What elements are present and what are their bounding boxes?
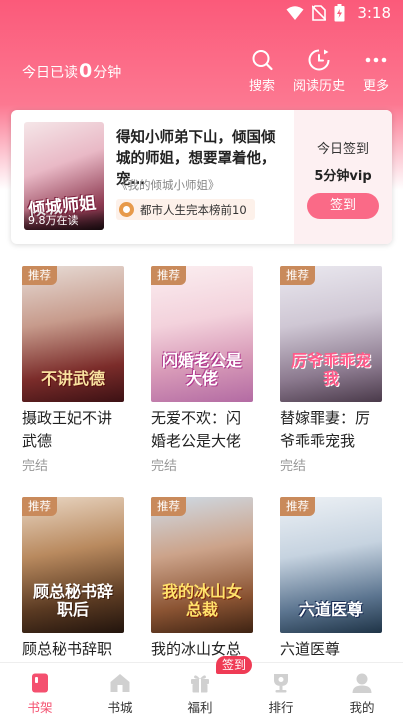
book-cover[interactable]: 推荐 顾总秘书辞职后 bbox=[22, 497, 124, 633]
wifi-icon bbox=[286, 6, 304, 20]
history-label: 阅读历史 bbox=[292, 79, 345, 94]
read-prefix: 今日已读 bbox=[22, 65, 78, 81]
rank-label: 都市人生完本榜前10 bbox=[140, 202, 247, 217]
book-cover[interactable]: 推荐 六道医尊 bbox=[280, 497, 382, 633]
read-suffix: 分钟 bbox=[93, 65, 122, 81]
status-bar: 3:18 bbox=[0, 0, 403, 30]
history-button[interactable]: 阅读历史 bbox=[293, 48, 345, 94]
cover-art-title: 闪婚老公是大佬 bbox=[161, 351, 242, 388]
battery-icon bbox=[334, 4, 345, 22]
top-actions: 搜索 阅读历史 更多 bbox=[249, 48, 389, 94]
tab-label: 书架 bbox=[27, 700, 53, 715]
tab-label: 福利 bbox=[187, 700, 213, 715]
recommend-tag: 推荐 bbox=[151, 497, 186, 516]
search-label: 搜索 bbox=[248, 79, 275, 94]
search-button[interactable]: 搜索 bbox=[249, 48, 275, 94]
book-status: 完结 bbox=[22, 459, 49, 474]
search-icon bbox=[252, 50, 273, 71]
book-cover[interactable]: 推荐 我的冰山女总裁 bbox=[151, 497, 253, 633]
featured-book-card[interactable]: 倾城师姐 9.8万在读 得知小师弟下山，倾国倾城的师姐，想要罩着他，宠… 《我的… bbox=[11, 110, 392, 244]
cover-art-title: 顾总秘书辞职后 bbox=[32, 582, 113, 619]
recommend-tag: 推荐 bbox=[22, 497, 57, 516]
tab-label: 排行 bbox=[268, 700, 294, 715]
status-time: 3:18 bbox=[357, 4, 391, 22]
rank-badge[interactable]: 都市人生完本榜前10 bbox=[116, 199, 255, 220]
checkin-label: 今日签到 bbox=[316, 142, 369, 157]
checkin-badge[interactable]: 签到 bbox=[216, 656, 253, 674]
book-title[interactable]: 六道医尊 bbox=[280, 638, 384, 661]
recommend-tag: 推荐 bbox=[280, 266, 315, 285]
recommend-tag: 推荐 bbox=[151, 266, 186, 285]
tab-ranking[interactable]: 排行 bbox=[241, 663, 321, 718]
no-sim-icon bbox=[312, 5, 327, 21]
recommend-tag: 推荐 bbox=[280, 497, 315, 516]
bottom-tab-bar: 书架 书城 福利 排行 我的 签到 bbox=[0, 656, 403, 718]
featured-readers-count: 9.8万在读 bbox=[24, 210, 104, 230]
book-cover[interactable]: 推荐 闪婚老公是大佬 bbox=[151, 266, 253, 402]
featured-book-cover[interactable]: 倾城师姐 9.8万在读 bbox=[24, 122, 104, 230]
cover-art-title: 我的冰山女总裁 bbox=[161, 582, 242, 619]
reading-time-today: 今日已读 0 分钟 bbox=[22, 60, 121, 82]
cover-art-title: 厉爷乖乖宠我 bbox=[290, 351, 371, 388]
book-title[interactable]: 摄政王妃不讲武德 bbox=[22, 407, 126, 453]
checkin-button[interactable]: 签到 bbox=[307, 193, 379, 219]
read-minutes: 0 bbox=[79, 60, 93, 82]
book-status: 完结 bbox=[151, 459, 178, 474]
trophy-icon bbox=[274, 674, 288, 693]
cover-art-title: 六道医尊 bbox=[298, 600, 363, 619]
book-title[interactable]: 无爱不欢：闪婚老公是大佬 bbox=[151, 407, 255, 453]
tab-bookshelf[interactable]: 书架 bbox=[0, 663, 80, 718]
book-cover[interactable]: 推荐 厉爷乖乖宠我 bbox=[280, 266, 382, 402]
book-title[interactable]: 顾总秘书辞职 bbox=[22, 638, 126, 661]
gift-icon bbox=[191, 675, 209, 693]
more-label: 更多 bbox=[362, 79, 389, 94]
checkin-reward: 5分钟vip bbox=[314, 169, 372, 184]
recommend-tag: 推荐 bbox=[22, 266, 57, 285]
more-icon bbox=[365, 57, 387, 63]
profile-icon bbox=[352, 673, 372, 693]
more-button[interactable]: 更多 bbox=[363, 48, 389, 94]
history-icon bbox=[308, 49, 330, 71]
checkin-panel: 今日签到 5分钟vip 签到 bbox=[294, 110, 392, 244]
cover-art-title: 不讲武德 bbox=[40, 369, 105, 388]
book-status: 完结 bbox=[280, 459, 307, 474]
medal-icon bbox=[119, 202, 134, 217]
tab-label: 我的 bbox=[349, 700, 375, 715]
book-cover[interactable]: 推荐 不讲武德 bbox=[22, 266, 124, 402]
bookshelf-icon bbox=[32, 673, 48, 693]
book-title[interactable]: 替嫁罪妻：厉爷乖乖宠我 bbox=[280, 407, 384, 453]
tab-label: 书城 bbox=[107, 700, 133, 715]
tab-profile[interactable]: 我的 bbox=[322, 663, 402, 718]
tab-bookstore[interactable]: 书城 bbox=[80, 663, 160, 718]
bookstore-icon bbox=[110, 674, 130, 692]
featured-book-name: 《我的倾城小师姐》 bbox=[116, 178, 220, 192]
